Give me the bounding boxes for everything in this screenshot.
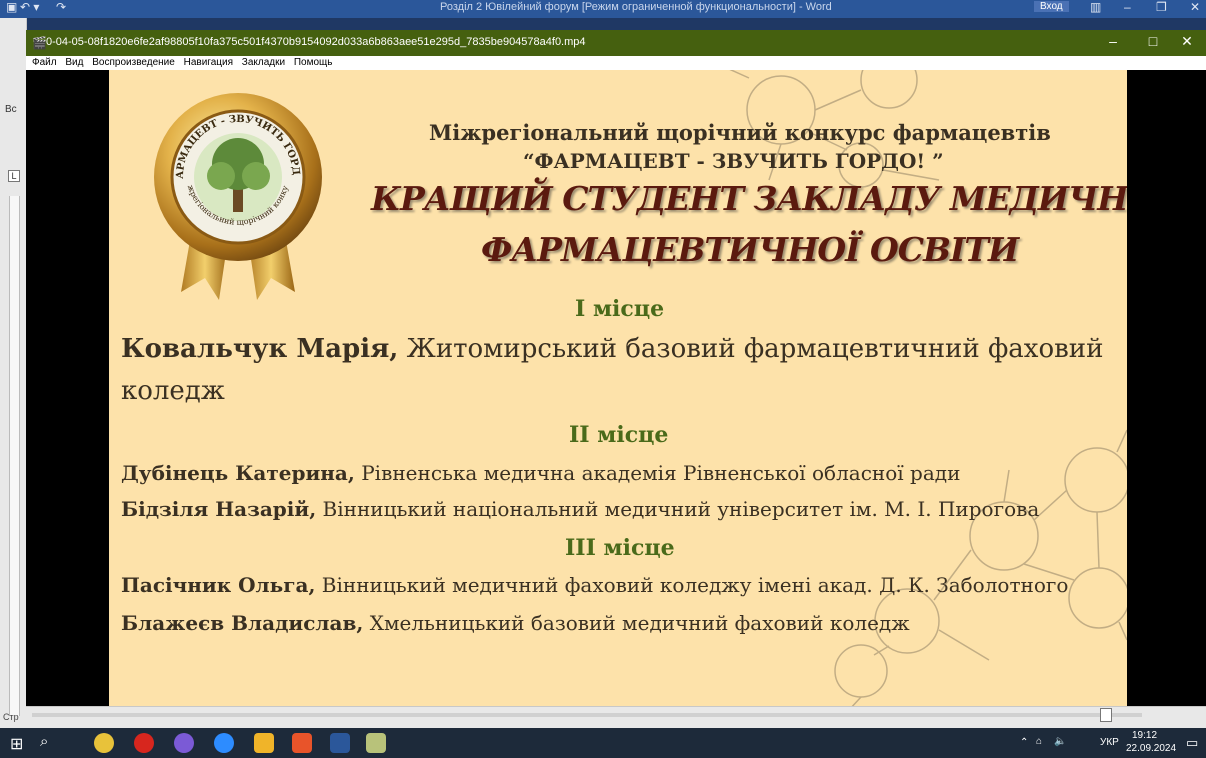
menu-playback[interactable]: Воспроизведение: [92, 56, 175, 70]
tray-chevron-icon[interactable]: ⌃: [1020, 737, 1028, 748]
login-button[interactable]: Вход: [1034, 1, 1069, 12]
word-close-icon[interactable]: ✕: [1190, 0, 1200, 14]
scroll-track[interactable]: [32, 713, 1142, 717]
undo-icon[interactable]: ↶ ▾: [20, 0, 39, 14]
winner-3-name: Бідзіля Назарій,: [121, 497, 317, 521]
winner-3: Бідзіля Назарій, Вінницький національний…: [121, 497, 1039, 521]
winner-1-org-cont: коледж: [121, 376, 225, 406]
winner-4: Пасічник Ольга, Вінницький медичний фахо…: [121, 573, 1068, 597]
word-title-bar: ▣ ↶ ▾ ↷ Розділ 2 Ювілейний форум [Режим …: [0, 0, 1206, 18]
media-player-window: 🎬 0-04-05-08f1820e6fe2af98805f10fa375c50…: [26, 30, 1206, 706]
save-icon[interactable]: ▣: [6, 0, 17, 14]
video-frame: ФАРМАЦЕВТ - ЗВУЧИТЬ ГОРДО! міжрегіональн…: [109, 70, 1127, 706]
media-player-taskbar-icon[interactable]: [366, 733, 386, 753]
menu-help[interactable]: Помощь: [294, 56, 333, 70]
contest-heading-line2: “ФАРМАЦЕВТ - ЗВУЧИТЬ ГОРДО! ”: [523, 149, 944, 173]
winner-3-org: Вінницький національний медичний універс…: [316, 497, 1040, 521]
winner-4-org: Вінницький медичний фаховий коледжу імен…: [315, 573, 1069, 597]
menu-view[interactable]: Вид: [65, 56, 83, 70]
second-place-heading: ІІ місце: [569, 422, 669, 448]
menu-navigation[interactable]: Навигация: [184, 56, 233, 70]
word-icon[interactable]: [330, 733, 350, 753]
player-maximize-icon[interactable]: □: [1138, 33, 1168, 49]
word-side-label: Вс: [5, 104, 17, 115]
zoom-icon[interactable]: [214, 733, 234, 753]
player-title: 0-04-05-08f1820e6fe2af98805f10fa375c501f…: [46, 36, 586, 48]
winner-1-org: Житомирський базовий фармацевтичний фахо…: [398, 334, 1104, 364]
language-indicator[interactable]: УКР: [1100, 737, 1119, 748]
player-menu-bar: Файл Вид Воспроизведение Навигация Закла…: [26, 56, 1206, 70]
vertical-ruler: [9, 196, 20, 716]
search-icon[interactable]: ⌕: [40, 733, 48, 750]
contest-seal-logo: ФАРМАЦЕВТ - ЗВУЧИТЬ ГОРДО! міжрегіональн…: [143, 82, 322, 300]
windows-taskbar: ⊞ ⌕ ⌃ ⌂ 🔈 УКР 19:12 22.09.2024 ▭: [0, 728, 1206, 758]
first-place-heading: І місце: [575, 296, 665, 322]
file-explorer-icon[interactable]: [254, 733, 274, 753]
contest-heading-line1: Міжрегіональний щорічний конкурс фармаце…: [429, 120, 1051, 145]
winner-4-name: Пасічник Ольга,: [121, 573, 316, 597]
word-restore-icon[interactable]: ❐: [1156, 0, 1167, 14]
player-minimize-icon[interactable]: –: [1098, 33, 1128, 49]
redo-icon[interactable]: ↷: [56, 0, 66, 14]
notifications-icon[interactable]: ▭: [1186, 735, 1198, 751]
word-horizontal-scrollbar[interactable]: [26, 706, 1206, 729]
speaker-icon[interactable]: 🔈: [1054, 736, 1066, 747]
ribbon-display-icon[interactable]: ▥: [1090, 0, 1101, 14]
player-app-icon: 🎬: [32, 36, 47, 50]
winner-1-name: Ковальчук Марія,: [121, 334, 399, 364]
chrome-icon[interactable]: [94, 733, 114, 753]
network-icon[interactable]: ⌂: [1036, 736, 1042, 747]
tab-stop-icon[interactable]: L: [8, 170, 20, 182]
word-minimize-icon[interactable]: –: [1124, 0, 1131, 14]
start-icon[interactable]: ⊞: [10, 734, 23, 754]
winner-5: Блажеєв Владислав, Хмельницький базовий …: [121, 611, 910, 635]
winner-2: Дубінець Катерина, Рівненська медична ак…: [121, 461, 960, 485]
player-title-bar: 🎬 0-04-05-08f1820e6fe2af98805f10fa375c50…: [26, 30, 1206, 56]
nomination-title-line2: ФАРМАЦЕВТИЧНОЇ ОСВІТИ: [481, 230, 1019, 269]
menu-bookmarks[interactable]: Закладки: [242, 56, 285, 70]
app-icon[interactable]: [292, 733, 312, 753]
word-left-panel: Вс L Стр: [0, 18, 27, 728]
viber-icon[interactable]: [174, 733, 194, 753]
menu-file[interactable]: Файл: [32, 56, 57, 70]
word-title: Розділ 2 Ювілейний форум [Режим ограниче…: [440, 1, 832, 13]
player-close-icon[interactable]: ✕: [1172, 33, 1202, 50]
winner-2-org: Рівненська медична академія Рівненської …: [354, 461, 961, 485]
winner-5-org: Хмельницький базовий медичний фаховий ко…: [363, 611, 910, 635]
clock-date[interactable]: 22.09.2024: [1126, 743, 1176, 754]
third-place-heading: ІІІ місце: [565, 535, 675, 561]
clock-time[interactable]: 19:12: [1132, 730, 1157, 741]
opera-icon[interactable]: [134, 733, 154, 753]
winner-5-name: Блажеєв Владислав,: [121, 611, 364, 635]
winner-1: Ковальчук Марія, Житомирський базовий фа…: [121, 334, 1103, 364]
word-status-page: Стр: [3, 712, 19, 722]
winner-2-name: Дубінець Катерина,: [121, 461, 355, 485]
nomination-title-line1: КРАЩИЙ СТУДЕНТ ЗАКЛАДУ МЕДИЧНОЇ /: [371, 179, 1127, 218]
zoom-slider-thumb[interactable]: [1100, 708, 1112, 722]
